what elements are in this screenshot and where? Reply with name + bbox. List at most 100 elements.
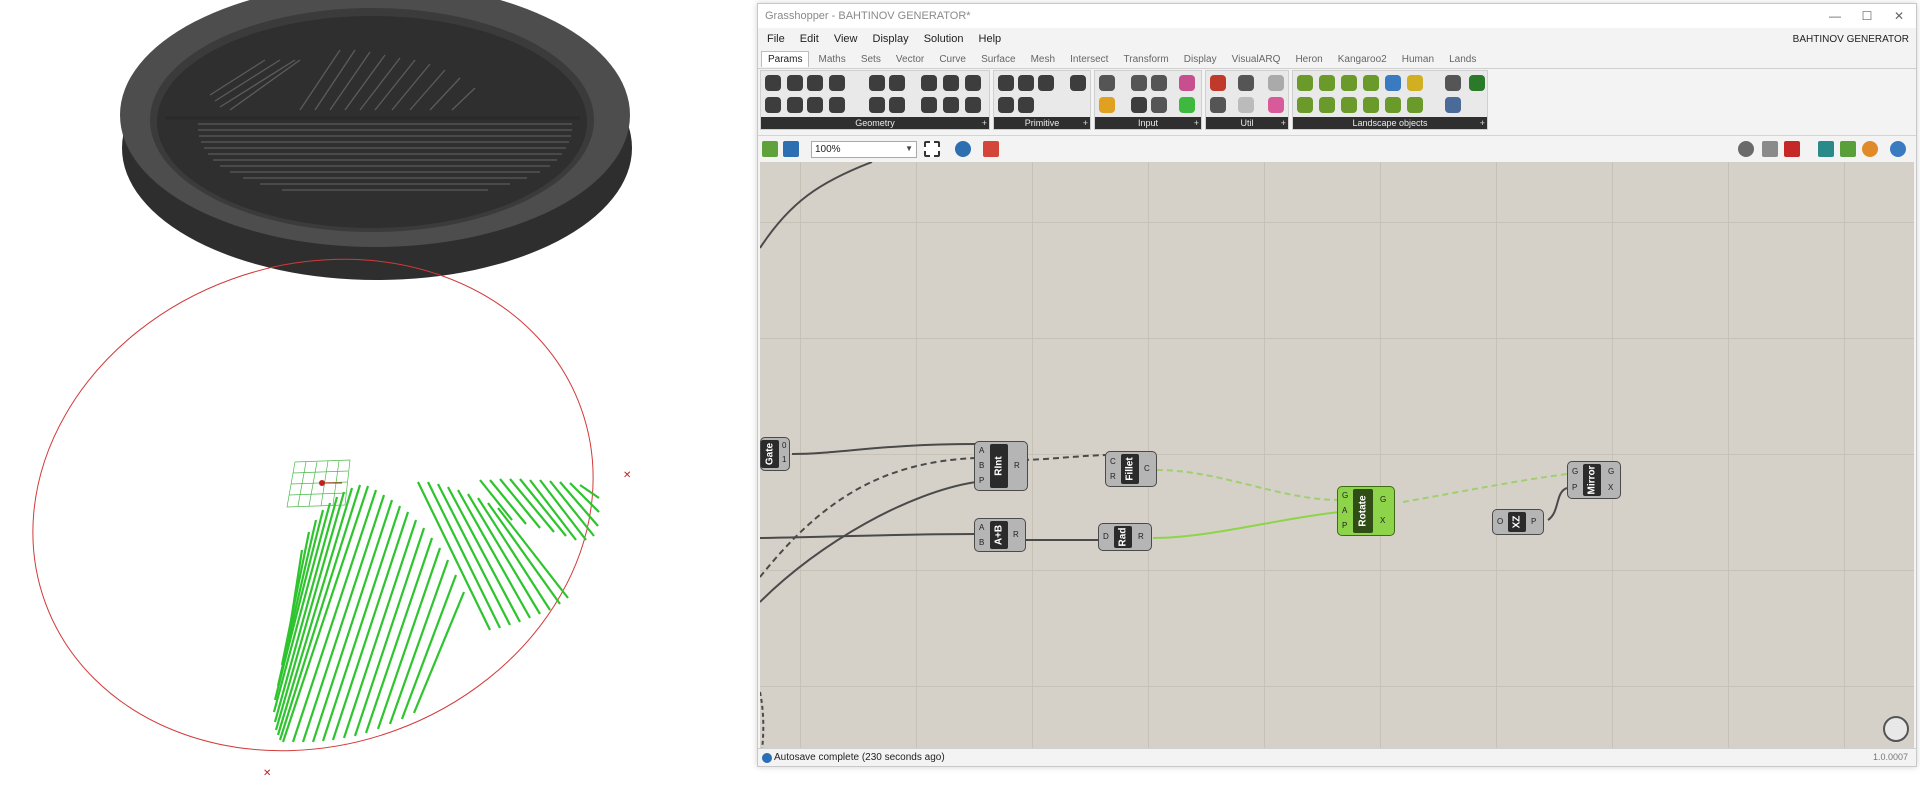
preview-mesh-icon[interactable] bbox=[1818, 141, 1834, 157]
input-port[interactable]: P bbox=[979, 476, 984, 485]
input-port[interactable]: G bbox=[1572, 467, 1578, 476]
output-port[interactable]: X bbox=[1380, 516, 1385, 525]
tab-curve[interactable]: Curve bbox=[933, 52, 972, 67]
output-port[interactable]: 0 bbox=[782, 441, 786, 450]
radians-component[interactable]: D Rad R bbox=[1098, 523, 1152, 551]
addition-component[interactable]: A B A+B R bbox=[974, 518, 1026, 552]
input-port[interactable]: A bbox=[979, 523, 984, 532]
sketch-pen-icon[interactable] bbox=[983, 141, 999, 157]
tab-mesh[interactable]: Mesh bbox=[1025, 52, 1061, 67]
close-button[interactable]: ✕ bbox=[1888, 8, 1910, 24]
output-port[interactable]: R bbox=[1138, 532, 1144, 541]
panel-geometry: Geometry + bbox=[760, 70, 990, 130]
preview-selected-icon[interactable] bbox=[1784, 141, 1800, 157]
tab-human[interactable]: Human bbox=[1396, 52, 1440, 67]
version-label: 1.0.0007 bbox=[1872, 752, 1908, 762]
tab-sets[interactable]: Sets bbox=[855, 52, 887, 67]
menu-help[interactable]: Help bbox=[973, 30, 1008, 48]
input-port[interactable]: G bbox=[1342, 491, 1348, 500]
tab-vector[interactable]: Vector bbox=[890, 52, 930, 67]
canvas-toolbar: 100% ▼ bbox=[758, 135, 1916, 161]
fillet-component[interactable]: C R Fillet C bbox=[1105, 451, 1157, 487]
output-port[interactable]: 1 bbox=[782, 455, 786, 464]
open-file-icon[interactable] bbox=[762, 141, 778, 157]
input-port[interactable]: C bbox=[1110, 457, 1116, 466]
output-port[interactable]: P bbox=[1531, 517, 1536, 526]
zoom-extents-icon[interactable] bbox=[924, 141, 940, 157]
svg-text:✕: ✕ bbox=[623, 470, 631, 481]
canvas-settings-icon[interactable] bbox=[1890, 141, 1906, 157]
bahtinov-mask-solid bbox=[120, 0, 632, 280]
component-label: XZ bbox=[1511, 515, 1523, 529]
geometry-param-icons[interactable] bbox=[763, 73, 987, 115]
preview-shaded-icon[interactable] bbox=[1762, 141, 1778, 157]
menu-edit[interactable]: Edit bbox=[794, 30, 825, 48]
menu-solution[interactable]: Solution bbox=[918, 30, 970, 48]
input-port[interactable]: R bbox=[1110, 472, 1116, 481]
primitive-param-icons[interactable] bbox=[996, 73, 1088, 115]
preview-wire-icon[interactable] bbox=[1738, 141, 1754, 157]
output-port[interactable]: X bbox=[1608, 483, 1613, 492]
input-param-icons[interactable] bbox=[1097, 73, 1199, 115]
xz-plane-component[interactable]: O XZ P bbox=[1492, 509, 1544, 535]
util-param-icons[interactable] bbox=[1208, 73, 1286, 115]
menu-file[interactable]: File bbox=[761, 30, 791, 48]
tab-lands[interactable]: Lands bbox=[1443, 52, 1482, 67]
tab-visualarq[interactable]: VisualARQ bbox=[1226, 52, 1287, 67]
input-port[interactable]: A bbox=[979, 446, 984, 455]
status-message: Autosave complete (230 seconds ago) bbox=[774, 752, 945, 763]
wire bbox=[760, 481, 977, 603]
expand-icon[interactable]: + bbox=[1083, 117, 1088, 129]
zoom-select[interactable]: 100% ▼ bbox=[811, 141, 917, 158]
document-preview-icon[interactable] bbox=[1840, 141, 1856, 157]
tab-params[interactable]: Params bbox=[761, 51, 810, 67]
preview-eye-icon[interactable] bbox=[955, 141, 971, 157]
wire bbox=[760, 162, 873, 249]
rint-component[interactable]: A B P RInt R bbox=[974, 441, 1028, 491]
expand-icon[interactable]: + bbox=[1281, 117, 1286, 129]
expand-icon[interactable]: + bbox=[982, 117, 987, 129]
rhino-viewport[interactable]: ✕ ✕ bbox=[0, 0, 755, 811]
input-port[interactable]: P bbox=[1572, 483, 1577, 492]
expand-icon[interactable]: + bbox=[1194, 117, 1199, 129]
tab-display[interactable]: Display bbox=[1178, 52, 1223, 67]
input-port[interactable]: B bbox=[979, 461, 984, 470]
input-port[interactable]: P bbox=[1342, 521, 1347, 530]
title-bar[interactable]: Grasshopper - BAHTINOV GENERATOR* — ☐ ✕ bbox=[758, 4, 1916, 28]
output-port[interactable]: C bbox=[1144, 464, 1150, 473]
tab-intersect[interactable]: Intersect bbox=[1064, 52, 1114, 67]
mirror-component[interactable]: G P Mirror G X bbox=[1567, 461, 1621, 499]
rotate-component[interactable]: G A P Rotate G X bbox=[1337, 486, 1395, 536]
document-name: BAHTINOV GENERATOR bbox=[1792, 34, 1909, 45]
maximize-button[interactable]: ☐ bbox=[1856, 8, 1878, 24]
tab-transform[interactable]: Transform bbox=[1118, 52, 1175, 67]
tab-kangaroo2[interactable]: Kangaroo2 bbox=[1332, 52, 1393, 67]
panel-landscape-label: Landscape objects bbox=[1293, 117, 1487, 129]
input-port[interactable]: O bbox=[1497, 517, 1503, 526]
output-port[interactable]: G bbox=[1608, 467, 1614, 476]
wire bbox=[1547, 487, 1568, 521]
wire-layer bbox=[760, 162, 1568, 750]
canvas-navigator-icon[interactable] bbox=[1883, 716, 1909, 742]
gh-canvas[interactable]: Gate 0 1 A B P RInt R C R Fillet C A B A… bbox=[760, 162, 1914, 750]
input-port[interactable]: A bbox=[1342, 506, 1347, 515]
tab-maths[interactable]: Maths bbox=[813, 52, 852, 67]
gate-component[interactable]: Gate 0 1 bbox=[760, 437, 790, 471]
input-port[interactable]: B bbox=[979, 538, 984, 547]
tab-surface[interactable]: Surface bbox=[975, 52, 1021, 67]
output-port[interactable]: R bbox=[1013, 530, 1019, 539]
landscape-object-icons[interactable] bbox=[1295, 73, 1485, 115]
status-bar: Autosave complete (230 seconds ago) 1.0.… bbox=[758, 748, 1916, 766]
material-preview-icon[interactable] bbox=[1862, 141, 1878, 157]
tab-heron[interactable]: Heron bbox=[1289, 52, 1328, 67]
save-file-icon[interactable] bbox=[783, 141, 799, 157]
output-port[interactable]: G bbox=[1380, 495, 1386, 504]
curve-marker-bottom: ✕ bbox=[263, 768, 271, 779]
minimize-button[interactable]: — bbox=[1824, 8, 1846, 24]
menu-view[interactable]: View bbox=[828, 30, 864, 48]
output-port[interactable]: R bbox=[1014, 461, 1020, 470]
input-port[interactable]: D bbox=[1103, 532, 1109, 541]
chevron-down-icon: ▼ bbox=[905, 144, 913, 153]
expand-icon[interactable]: + bbox=[1480, 117, 1485, 129]
menu-display[interactable]: Display bbox=[867, 30, 915, 48]
